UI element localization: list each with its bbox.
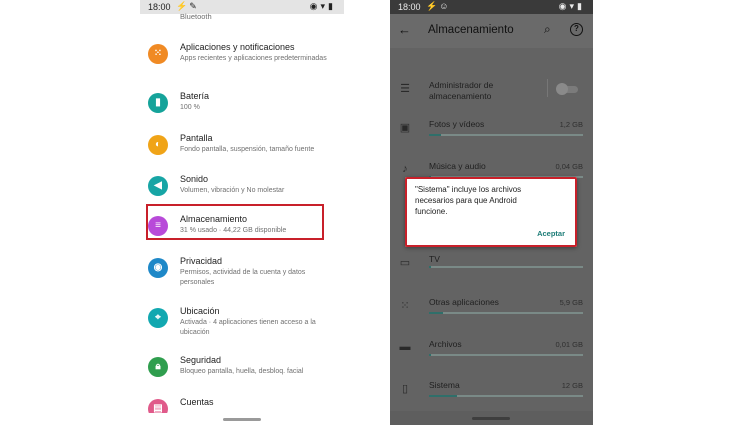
settings-item-title: Privacidad bbox=[180, 256, 223, 266]
settings-screen: 18:00 ⚡✎ ◉▾▮ Bluetooth ⁙ Aplicaciones y … bbox=[140, 0, 344, 425]
help-icon[interactable]: ? bbox=[570, 23, 583, 36]
settings-item-title: Batería bbox=[180, 91, 210, 101]
storage-row-name: Fotos y vídeos bbox=[429, 119, 485, 129]
bluetooth-subtitle: Bluetooth bbox=[180, 12, 212, 21]
settings-item-title: Seguridad bbox=[180, 355, 222, 365]
storage-row-size: 5,9 GB bbox=[559, 298, 583, 307]
app-bar: ← Almacenamiento ⌕ ? bbox=[390, 14, 593, 48]
status-system-icons: ◉▾▮ bbox=[558, 1, 585, 11]
display-icon: ◐ bbox=[148, 135, 168, 155]
settings-item-title: Cuentas bbox=[180, 397, 214, 407]
home-gesture-pill[interactable] bbox=[472, 417, 510, 420]
storage-manager-label: Administrador de almacenamiento bbox=[429, 80, 494, 101]
storage-row-name: TV bbox=[429, 254, 440, 264]
storage-row-photos[interactable]: ▣ Fotos y vídeos 1,2 GB bbox=[390, 115, 593, 155]
settings-item-title: Aplicaciones y notificaciones bbox=[180, 42, 295, 52]
settings-item-subtitle: Bloqueo pantalla, huella, desbloq. facia… bbox=[180, 368, 304, 375]
list-icon: ☰ bbox=[400, 83, 410, 95]
storage-row-size: 12 GB bbox=[561, 381, 583, 390]
tv-icon: ▭ bbox=[399, 257, 411, 269]
settings-item-battery[interactable]: ▮ Batería 100 % bbox=[140, 91, 344, 135]
settings-item-subtitle: Volumen, vibración y No molestar bbox=[180, 187, 285, 194]
privacy-icon: ◉ bbox=[148, 258, 168, 278]
divider bbox=[547, 79, 548, 97]
storage-row-other-apps[interactable]: ⁙ Otras aplicaciones 5,9 GB bbox=[390, 293, 593, 333]
status-bar: 18:00 ⚡☺ ◉▾▮ bbox=[390, 0, 593, 14]
settings-item-title: Sonido bbox=[180, 174, 209, 184]
storage-manager-row[interactable]: ☰ Administrador de almacenamiento bbox=[390, 76, 593, 116]
storage-row-size: 0,01 GB bbox=[555, 340, 583, 349]
storage-row-name: Música y audio bbox=[429, 161, 486, 171]
folder-icon: ▬ bbox=[399, 341, 411, 353]
storage-usage-bar bbox=[429, 266, 583, 268]
toggle-knob bbox=[556, 83, 568, 95]
settings-item-subtitle: Fondo pantalla, suspensión, tamaño fuent… bbox=[180, 146, 315, 153]
settings-item-privacy[interactable]: ◉ Privacidad Permisos, actividad de la c… bbox=[140, 256, 344, 300]
search-icon[interactable]: ⌕ bbox=[544, 22, 551, 37]
home-gesture-pill[interactable] bbox=[223, 418, 261, 421]
storage-screen: 18:00 ⚡☺ ◉▾▮ ← Almacenamiento ⌕ ? ☰ Admi… bbox=[390, 0, 593, 425]
storage-usage-bar bbox=[429, 395, 583, 397]
sound-icon: ◀ bbox=[148, 176, 168, 196]
storage-row-system[interactable]: ▯ Sistema 12 GB bbox=[390, 376, 593, 416]
storage-row-size: 0,04 GB bbox=[555, 162, 583, 171]
settings-item-title: Pantalla bbox=[180, 133, 213, 143]
location-icon: ⌖ bbox=[148, 308, 168, 328]
storage-usage-bar bbox=[429, 354, 583, 356]
apps-grid-icon: ⁙ bbox=[400, 300, 410, 312]
dialog-highlight-box bbox=[405, 177, 577, 247]
page-title: Almacenamiento bbox=[428, 24, 514, 36]
status-notification-icons: ⚡☺ bbox=[426, 1, 451, 11]
settings-item-title: Ubicación bbox=[180, 306, 220, 316]
music-icon: ♪ bbox=[402, 163, 408, 175]
system-icon: ▯ bbox=[401, 383, 409, 395]
settings-item-location[interactable]: ⌖ Ubicación Activada · 4 aplicaciones ti… bbox=[140, 306, 344, 350]
settings-item-subtitle: 100 % bbox=[180, 104, 200, 111]
navigation-bar bbox=[140, 413, 344, 425]
status-system-icons: ◉▾▮ bbox=[309, 1, 336, 11]
storage-row-name: Archivos bbox=[429, 339, 462, 349]
security-icon: 🔒︎ bbox=[148, 357, 168, 377]
storage-row-tv[interactable]: ▭ TV bbox=[390, 250, 593, 290]
settings-item-display[interactable]: ◐ Pantalla Fondo pantalla, suspensión, t… bbox=[140, 133, 344, 177]
battery-icon: ▮ bbox=[148, 93, 168, 113]
storage-usage-bar bbox=[429, 134, 583, 136]
back-arrow-icon[interactable]: ← bbox=[398, 22, 411, 37]
settings-item-subtitle: Apps recientes y aplicaciones predetermi… bbox=[180, 55, 327, 62]
settings-item-subtitle: Permisos, actividad de la cuenta y datos… bbox=[180, 269, 306, 286]
status-time: 18:00 bbox=[148, 2, 171, 12]
storage-row-size: 1,2 GB bbox=[559, 120, 583, 129]
apps-icon: ⁙ bbox=[148, 44, 168, 64]
status-time: 18:00 bbox=[398, 2, 421, 12]
settings-item-security[interactable]: 🔒︎ Seguridad Bloqueo pantalla, huella, d… bbox=[140, 355, 344, 399]
storage-row-name: Otras aplicaciones bbox=[429, 297, 499, 307]
storage-usage-bar bbox=[429, 312, 583, 314]
storage-row-files[interactable]: ▬ Archivos 0,01 GB bbox=[390, 335, 593, 375]
settings-item-subtitle: Activada · 4 aplicaciones tienen acceso … bbox=[180, 319, 316, 336]
settings-item-apps[interactable]: ⁙ Aplicaciones y notificaciones Apps rec… bbox=[140, 42, 344, 86]
status-bar: 18:00 ⚡✎ ◉▾▮ bbox=[140, 0, 344, 14]
storage-highlight-box bbox=[146, 204, 324, 240]
photos-icon: ▣ bbox=[399, 122, 411, 134]
navigation-bar bbox=[390, 411, 593, 425]
status-notification-icons: ⚡✎ bbox=[176, 1, 199, 11]
storage-row-name: Sistema bbox=[429, 380, 460, 390]
